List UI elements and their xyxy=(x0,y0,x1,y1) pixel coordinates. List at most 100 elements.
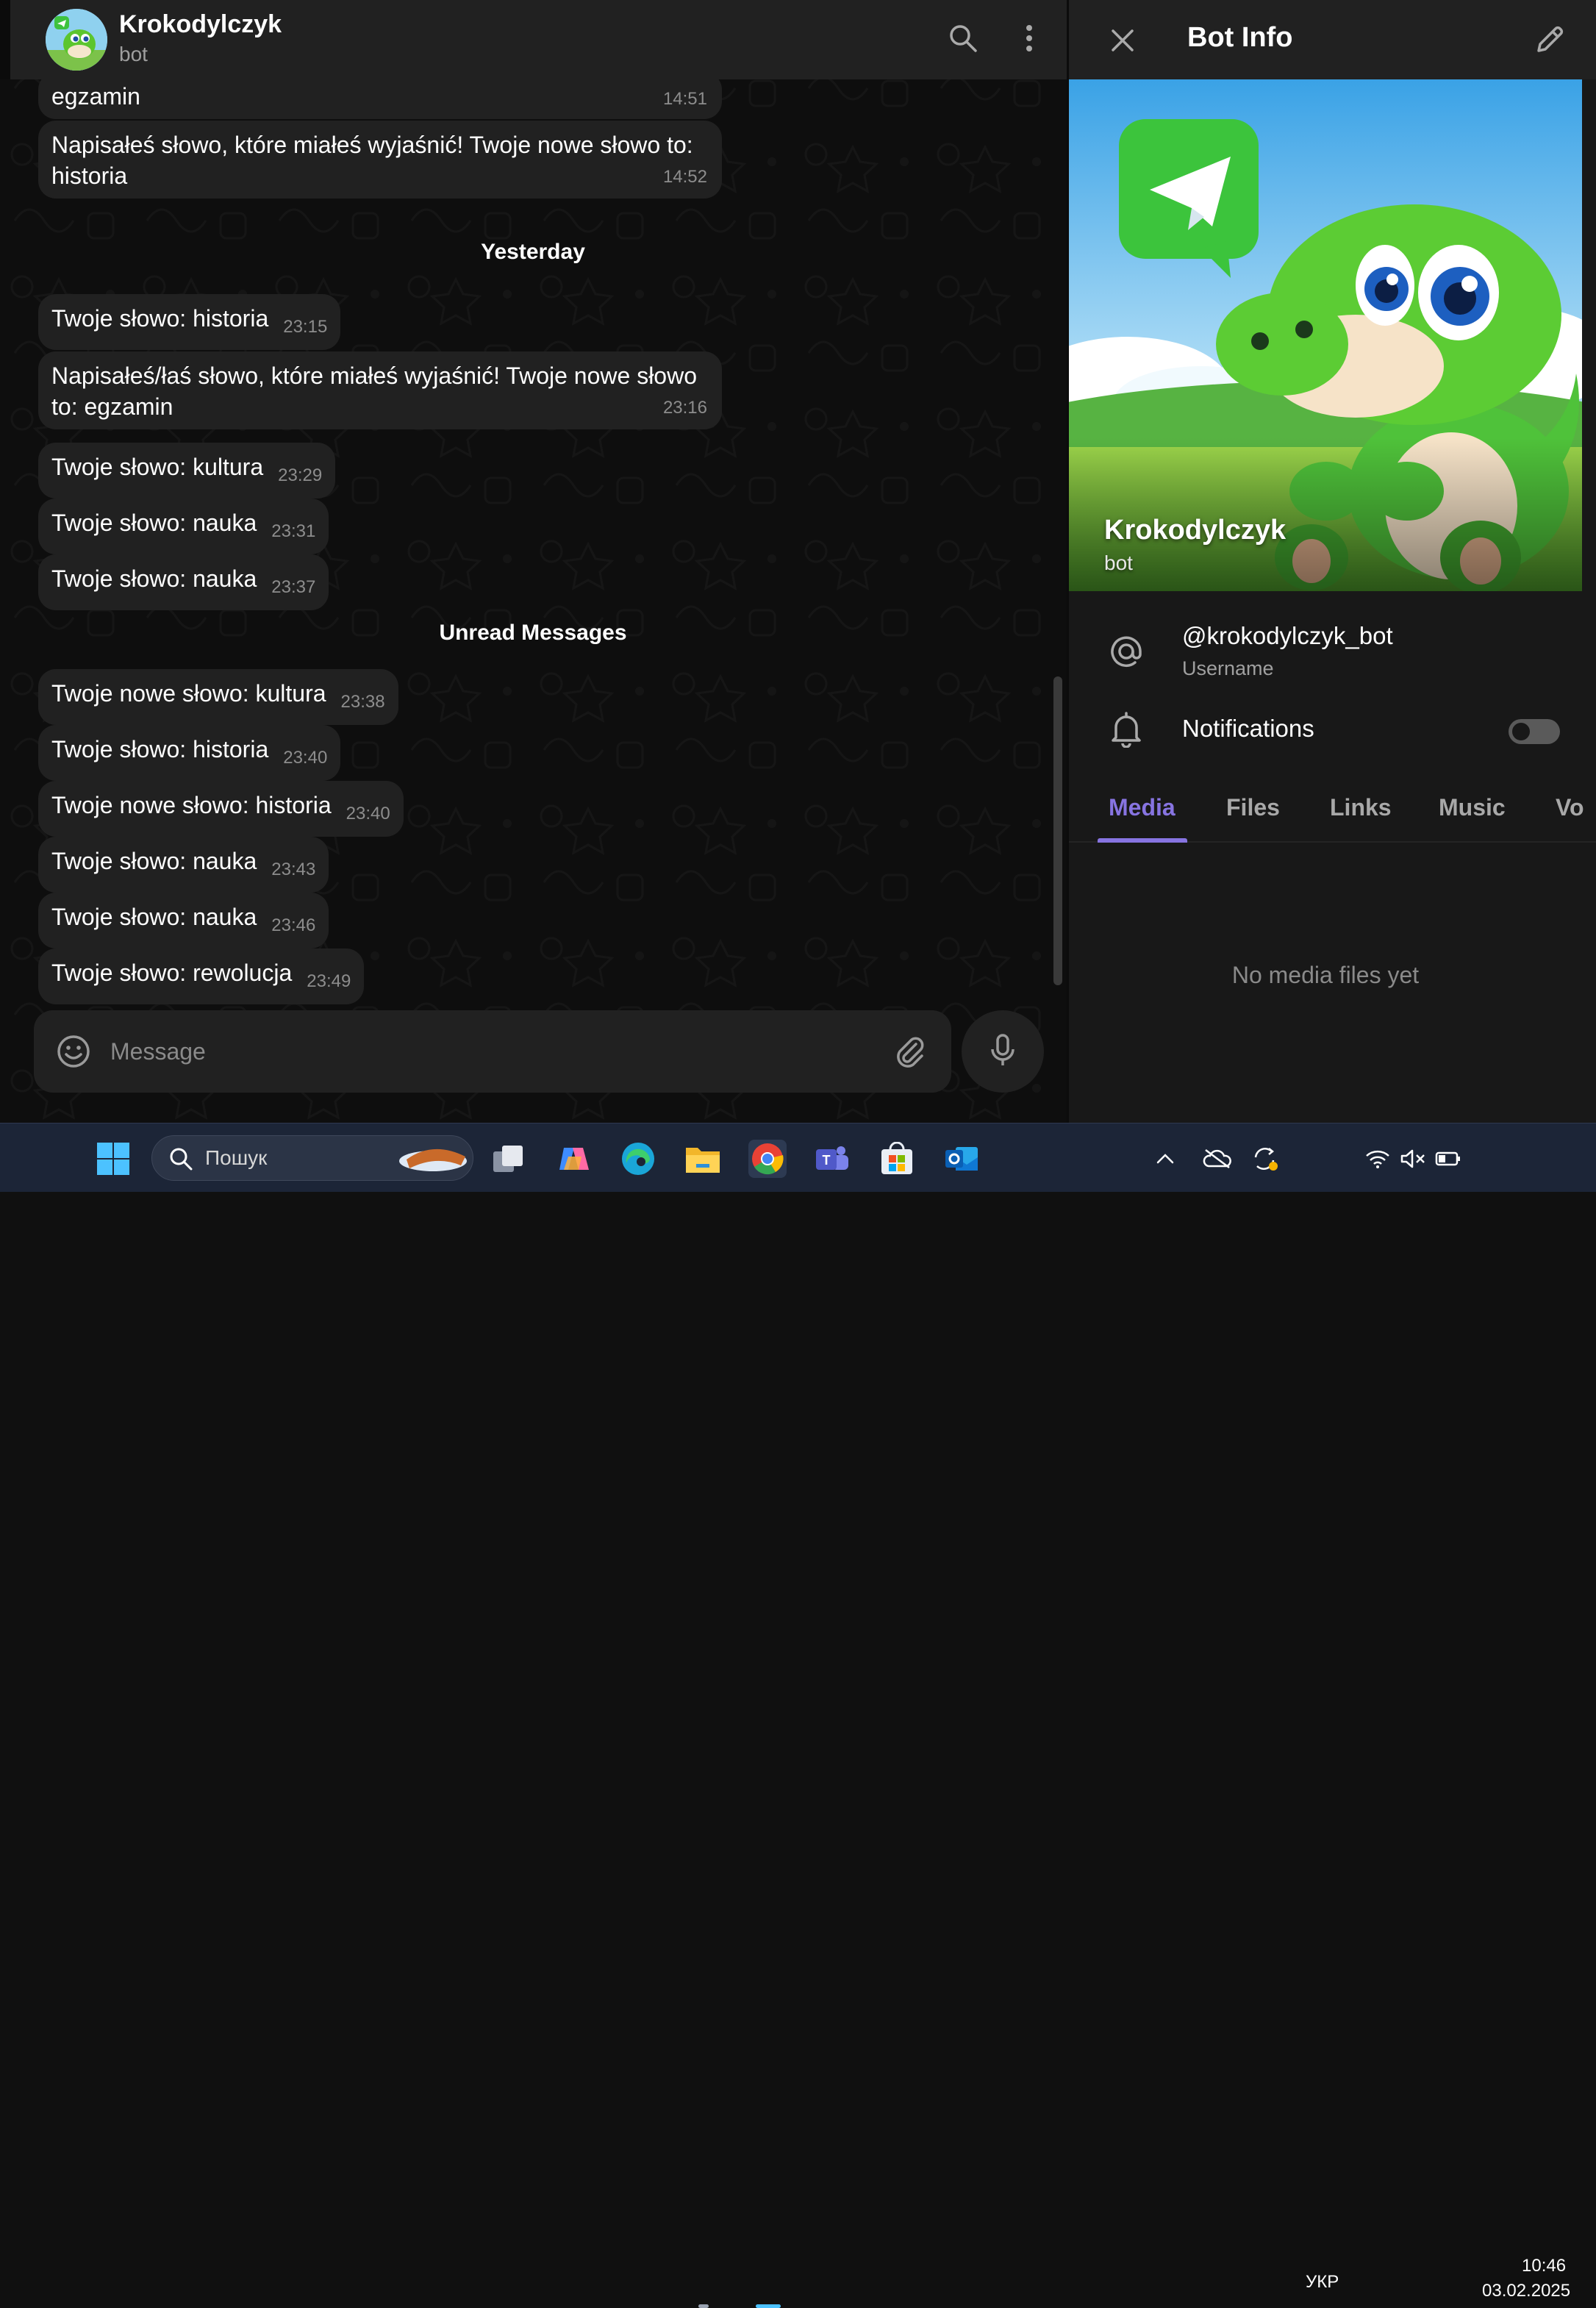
message-list[interactable]: egzamin 14:51 Napisałeś słowo, które mia… xyxy=(0,72,1067,1007)
chat-header: Krokodylczyk bot xyxy=(0,0,1067,79)
file-explorer-icon[interactable] xyxy=(684,1140,722,1178)
message-bubble[interactable]: Twoje słowo: nauka 23:31 xyxy=(38,499,329,554)
message-text-line: Napisałeś słowo, które miałeś wyjaśnić! … xyxy=(51,132,693,158)
message-bubble[interactable]: Twoje nowe słowo: kultura 23:38 xyxy=(38,669,398,725)
edit-pencil-icon[interactable] xyxy=(1531,21,1569,59)
message-time: 23:46 xyxy=(271,915,316,935)
copilot-icon[interactable] xyxy=(554,1140,593,1178)
battery-icon[interactable] xyxy=(1432,1140,1464,1178)
profile-photo[interactable]: Krokodylczyk bot xyxy=(1069,79,1582,591)
message-bubble[interactable]: Twoje słowo: rewolucja 23:49 xyxy=(38,948,365,1004)
chat-title[interactable]: Krokodylczyk xyxy=(119,10,282,39)
message-time: 23:40 xyxy=(283,748,328,768)
task-view-icon[interactable] xyxy=(490,1140,528,1178)
message-time: 23:15 xyxy=(283,317,328,337)
message-text-line: Napisałeś/łaś słowo, które miałeś wyjaśn… xyxy=(51,362,697,389)
wifi-icon[interactable] xyxy=(1361,1140,1394,1178)
notifications-toggle[interactable] xyxy=(1509,719,1560,744)
message-input[interactable] xyxy=(110,1032,875,1071)
info-title: Bot Info xyxy=(1187,22,1293,53)
username-label: Username xyxy=(1182,657,1274,679)
message-time: 23:40 xyxy=(346,804,390,823)
active-tab-indicator xyxy=(1098,838,1187,843)
clock-date[interactable]: 03.02.2025 xyxy=(1482,2281,1570,2301)
message-time: 23:49 xyxy=(307,971,351,991)
search-icon xyxy=(168,1146,193,1175)
tab-music[interactable]: Music xyxy=(1439,794,1506,821)
clock-time[interactable]: 10:46 xyxy=(1522,2256,1566,2276)
chat-panel: Krokodylczyk bot egzamin 14:51 Napisałeś… xyxy=(0,0,1067,1123)
message-time: 14:51 xyxy=(662,89,707,109)
message-bubble[interactable]: Twoje słowo: kultura 23:29 xyxy=(38,443,336,499)
more-vertical-icon[interactable] xyxy=(1012,21,1047,56)
message-text: Twoje słowo: historia xyxy=(51,305,269,332)
message-time: 23:29 xyxy=(278,465,323,485)
message-text-line: to: egzamin xyxy=(51,393,173,420)
message-composer[interactable] xyxy=(34,1010,951,1093)
message-text: Twoje słowo: kultura xyxy=(51,454,264,480)
message-text: Twoje słowo: nauka xyxy=(51,848,257,874)
message-bubble[interactable]: Twoje słowo: nauka 23:43 xyxy=(38,837,329,893)
notifications-label[interactable]: Notifications xyxy=(1182,715,1314,743)
windows-start-icon[interactable] xyxy=(94,1140,132,1178)
microphone-button[interactable] xyxy=(962,1010,1044,1093)
message-time: 23:16 xyxy=(662,398,707,418)
message-time: 23:43 xyxy=(271,860,316,879)
active-app-indicator xyxy=(756,2304,781,2308)
info-header: Bot Info xyxy=(1069,0,1596,79)
message-bubble[interactable]: Napisałeś/łaś słowo, które miałeś wyjaśn… xyxy=(38,351,722,429)
close-icon[interactable] xyxy=(1104,22,1141,59)
sync-warning-icon[interactable] xyxy=(1248,1140,1281,1178)
message-text: Twoje słowo: nauka xyxy=(51,510,257,536)
message-time: 23:37 xyxy=(271,577,316,597)
scrollbar-thumb[interactable] xyxy=(1053,676,1062,985)
empty-media-message: No media files yet xyxy=(1231,962,1420,988)
message-text: Twoje słowo: rewolucja xyxy=(51,960,293,986)
message-text: Twoje słowo: nauka xyxy=(51,565,257,592)
onedrive-offline-icon[interactable] xyxy=(1201,1140,1234,1178)
search-icon[interactable] xyxy=(945,21,981,56)
message-bubble[interactable]: Twoje słowo: nauka 23:37 xyxy=(38,554,329,610)
username-value[interactable]: @krokodylczyk_bot xyxy=(1182,622,1393,650)
taskbar-search[interactable]: Пошук xyxy=(151,1135,473,1181)
tab-links[interactable]: Links xyxy=(1330,794,1392,821)
message-time: 14:52 xyxy=(662,167,707,187)
chrome-browser-icon[interactable] xyxy=(748,1140,787,1178)
outlook-icon[interactable] xyxy=(942,1140,981,1178)
language-indicator[interactable]: УКР xyxy=(1306,2272,1339,2293)
bot-avatar[interactable] xyxy=(46,9,107,71)
attach-icon[interactable] xyxy=(890,1031,931,1072)
message-bubble[interactable]: Twoje słowo: nauka 23:46 xyxy=(38,893,329,948)
chat-subtitle: bot xyxy=(119,43,148,65)
emoji-icon[interactable] xyxy=(53,1031,94,1072)
date-separator: Yesterday xyxy=(481,240,585,264)
search-highlight-icon xyxy=(396,1143,470,1178)
hero-name: Krokodylczyk xyxy=(1104,515,1287,546)
bell-icon xyxy=(1106,709,1147,750)
tab-files[interactable]: Files xyxy=(1226,794,1280,821)
message-bubble[interactable]: Twoje nowe słowo: historia 23:40 xyxy=(38,781,404,837)
tab-voice[interactable]: Vo xyxy=(1556,794,1584,821)
message-text: Twoje nowe słowo: historia xyxy=(51,792,332,818)
message-text: Twoje nowe słowo: kultura xyxy=(51,680,326,707)
message-bubble[interactable]: Twoje słowo: historia 23:15 xyxy=(38,294,341,350)
microsoft-store-icon[interactable] xyxy=(878,1140,916,1178)
microphone-icon xyxy=(988,1033,1017,1071)
tab-media[interactable]: Media xyxy=(1109,794,1175,821)
teams-icon[interactable]: T xyxy=(813,1140,851,1178)
message-text-line: historia xyxy=(51,162,128,189)
windows-taskbar: Пошук T УКР 10:46 03.02.2025 xyxy=(0,1123,1596,2308)
message-text: egzamin xyxy=(51,83,140,110)
message-bubble[interactable]: Twoje słowo: historia 23:40 xyxy=(38,725,341,781)
search-placeholder: Пошук xyxy=(205,1146,268,1169)
message-text: Twoje słowo: nauka xyxy=(51,904,257,930)
chevron-up-icon[interactable] xyxy=(1151,1140,1179,1178)
svg-text:T: T xyxy=(823,1153,831,1168)
shared-media-tabs: Media Files Links Music Vo xyxy=(1069,779,1596,843)
running-indicator xyxy=(698,2304,709,2308)
bot-info-panel: Bot Info Krokodylczyk bot @krokodylczyk_… xyxy=(1067,0,1596,1123)
volume-muted-icon[interactable] xyxy=(1397,1140,1429,1178)
edge-browser-icon[interactable] xyxy=(619,1140,657,1178)
message-bubble[interactable]: Napisałeś słowo, które miałeś wyjaśnić! … xyxy=(38,121,722,199)
message-time: 23:31 xyxy=(271,521,316,541)
